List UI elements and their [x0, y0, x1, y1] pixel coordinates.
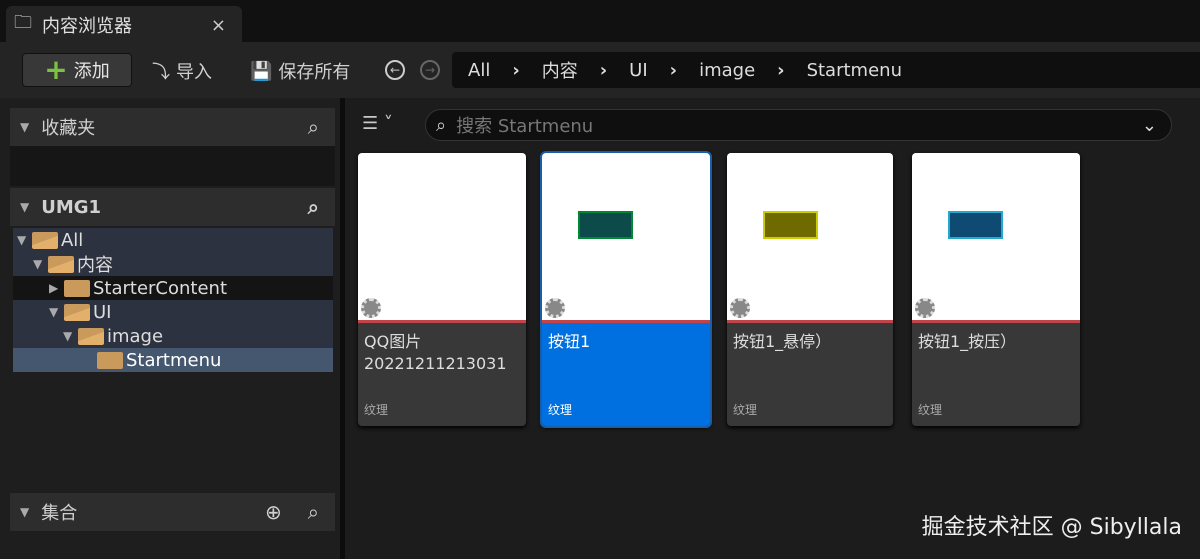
search-icon: ⌕ [436, 114, 447, 136]
asset-type: 纹理 [733, 403, 758, 417]
tree-item-all[interactable]: ▼ All [13, 228, 333, 252]
add-button[interactable]: + 添加 [22, 53, 132, 87]
folder-tree: ▼ All ▼ 内容 ▶ StarterContent ▼ UI ▼ image… [13, 228, 333, 372]
button-preview [948, 211, 1003, 239]
favorites-header[interactable]: ▼ 收藏夹 ⌕ [10, 108, 335, 146]
crumb-image[interactable]: image [699, 60, 755, 81]
asset-type: 纹理 [918, 403, 943, 417]
tree-item-ui[interactable]: ▼ UI [13, 300, 333, 324]
folder-open-icon [47, 255, 74, 273]
caret-right-icon: ▶ [49, 281, 59, 295]
search-input[interactable]: ⌕ 搜索 Startmenu ⌄ [425, 109, 1172, 141]
tree-item-startmenu[interactable]: Startmenu [13, 348, 333, 372]
folder-open-icon [63, 303, 90, 321]
asset-type: 纹理 [364, 403, 389, 417]
asset-thumbnail [727, 153, 893, 320]
folder-open-icon [77, 327, 104, 345]
search-placeholder: 搜索 Startmenu [456, 116, 594, 137]
button-preview [578, 211, 633, 239]
folder-icon [97, 351, 123, 369]
tree-label: image [106, 325, 164, 347]
crumb-ui[interactable]: UI [629, 60, 647, 81]
save-all-label: 保存所有 [278, 62, 351, 83]
project-header[interactable]: ▼ UMG1 ⌕ [10, 188, 335, 226]
folder-icon [63, 279, 90, 297]
tree-item-content[interactable]: ▼ 内容 [13, 252, 333, 276]
asset-tile[interactable]: QQ图片 20221211213031 纹理 [358, 153, 526, 426]
asset-thumbnail [542, 153, 710, 320]
asset-name: 按钮1_按压） [918, 332, 1017, 351]
folder-open-icon [31, 231, 58, 249]
chevron-right-icon: › [669, 59, 678, 81]
tree-label: UI [92, 301, 112, 323]
import-label: 导入 [176, 62, 212, 83]
breadcrumb: All › 内容 › UI › image › Startmenu [452, 52, 1200, 88]
collections-label: 集合 [41, 503, 78, 524]
plus-icon: + [44, 53, 68, 86]
tree-item-image[interactable]: ▼ image [13, 324, 333, 348]
crumb-all[interactable]: All [468, 60, 490, 81]
tree-label: StarterContent [92, 277, 228, 299]
asset-thumbnail [912, 153, 1080, 320]
chevron-down-icon[interactable]: ⌄ [1142, 115, 1157, 136]
caret-down-icon: ▼ [20, 120, 30, 134]
collections-header[interactable]: ▼ 集合 ⊕ ⌕ [10, 493, 335, 531]
caret-down-icon: ▼ [33, 257, 43, 271]
chevron-right-icon: › [599, 59, 608, 81]
texture-icon [545, 298, 565, 318]
filter-icon[interactable]: ☰ ˅ [362, 113, 393, 134]
asset-name: QQ图片 20221211213031 [364, 332, 507, 373]
asset-tile[interactable]: 按钮1 纹理 [540, 151, 712, 428]
favorites-label: 收藏夹 [41, 118, 96, 139]
caret-down-icon: ▼ [63, 329, 73, 343]
asset-type: 纹理 [548, 403, 573, 417]
asset-name: 按钮1 [548, 332, 591, 351]
search-icon[interactable]: ⌕ [308, 500, 319, 524]
import-button[interactable]: ⤵ 导入 [152, 58, 212, 84]
project-label: UMG1 [41, 196, 102, 218]
asset-tile[interactable]: 按钮1_按压） 纹理 [912, 153, 1080, 426]
chevron-right-icon: › [512, 59, 520, 81]
asset-tile[interactable]: 按钮1_悬停） 纹理 [727, 153, 893, 426]
caret-down-icon: ▼ [20, 200, 30, 214]
import-icon: ⤵ [152, 62, 170, 83]
crumb-content[interactable]: 内容 [542, 57, 578, 83]
texture-icon [915, 298, 935, 318]
close-icon[interactable]: × [211, 15, 226, 36]
add-circle-icon[interactable]: ⊕ [265, 500, 282, 524]
search-icon[interactable]: ⌕ [308, 195, 319, 219]
add-label: 添加 [73, 61, 110, 82]
tree-label: 内容 [76, 255, 113, 276]
crumb-startmenu[interactable]: Startmenu [807, 60, 902, 81]
tab-title: 内容浏览器 [42, 16, 132, 37]
asset-name: 按钮1_悬停） [733, 332, 832, 351]
tree-label: All [60, 229, 84, 251]
tab-content-browser[interactable]: 🗀 内容浏览器 × [6, 6, 242, 44]
caret-down-icon: ▼ [17, 233, 27, 247]
forward-arrow-icon[interactable]: → [420, 60, 440, 80]
back-arrow-icon[interactable]: ← [385, 60, 405, 80]
button-preview [763, 211, 818, 239]
content-browser-icon: 🗀 [14, 12, 32, 33]
caret-down-icon: ▼ [20, 505, 30, 519]
watermark: 掘金技术社区 @ Sibyllala [921, 515, 1182, 540]
tree-label: Startmenu [126, 349, 222, 371]
asset-thumbnail [358, 153, 526, 320]
search-icon[interactable]: ⌕ [308, 115, 319, 139]
chevron-right-icon: › [777, 59, 785, 81]
caret-down-icon: ▼ [49, 305, 59, 319]
save-icon: 💾 [250, 60, 273, 82]
favorites-list [10, 146, 335, 186]
save-all-button[interactable]: 💾 保存所有 [250, 58, 350, 84]
texture-icon [361, 298, 381, 318]
tree-item-startercontent[interactable]: ▶ StarterContent [13, 276, 333, 300]
texture-icon [730, 298, 750, 318]
